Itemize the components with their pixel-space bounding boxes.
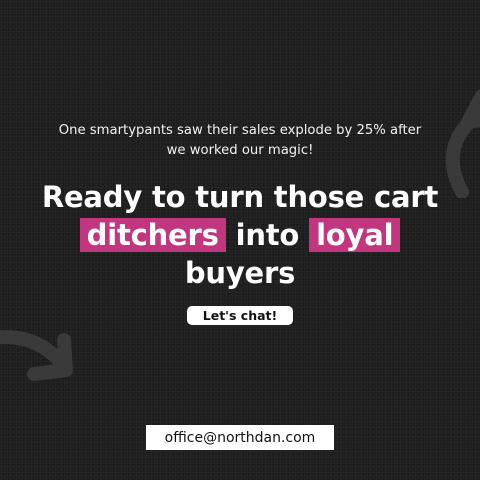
headline-line-3: buyers [184,256,296,290]
email-contact[interactable]: office@northdan.com [146,425,334,450]
intro-line-1: One smartypants saw their sales explode … [58,123,422,138]
highlight-ditchers: ditchers [79,218,226,252]
headline: Ready to turn those cart ditchers into l… [0,178,480,292]
curved-arrow-icon [0,330,73,381]
headline-line-2: ditchers into loyal [0,216,480,254]
intro-text: One smartypants saw their sales explode … [20,121,460,161]
highlight-loyal: loyal [309,218,401,252]
intro-line-2: we worked our magic! [166,143,314,158]
lets-chat-button[interactable]: Let's chat! [187,306,293,325]
headline-connector: into [235,218,300,252]
headline-line-1: Ready to turn those cart [41,180,439,214]
